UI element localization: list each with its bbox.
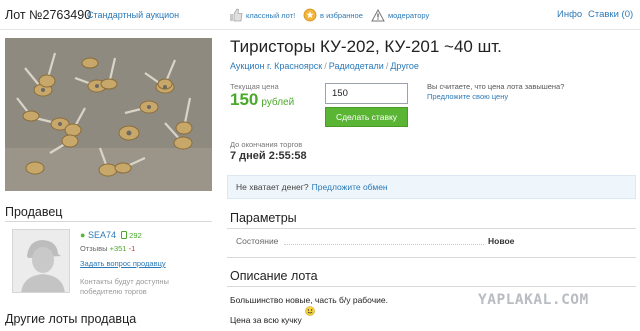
param-row-condition: Состояние Новое [236, 236, 631, 248]
moderator-button[interactable]: модератору [371, 6, 429, 24]
seller-info: ● SEA74 292 [80, 230, 142, 240]
warning-icon [371, 8, 385, 21]
seller-name-link[interactable]: SEA74 [88, 230, 116, 240]
reviews-negative[interactable]: -1 [129, 244, 136, 253]
favorite-star-icon [303, 8, 317, 22]
favorite-button[interactable]: в избранное [303, 6, 363, 24]
divider [5, 221, 212, 222]
offer-price-link[interactable]: Предложите свою цену [427, 92, 508, 101]
bid-amount-input[interactable] [325, 83, 408, 104]
ask-seller-link[interactable]: Задать вопрос продавцу [80, 259, 166, 268]
thyristors-photo-image [5, 38, 212, 191]
description-line-2: Цена за всю кучку [230, 315, 302, 325]
time-left-caption: До окончания торгов [230, 140, 303, 149]
like-button[interactable]: классный лот! [229, 6, 295, 24]
current-price: 150 рублей [230, 90, 294, 110]
offer-exchange-link[interactable]: Предложите обмен [312, 182, 388, 192]
price-value: 150 [230, 90, 259, 109]
overprice-text: Вы считаете, что цена лота завышена? [427, 82, 565, 91]
breadcrumb: Аукцион г. Красноярск / Радиодетали / Другое [230, 61, 419, 71]
reviews-positive[interactable]: +351 [110, 244, 127, 253]
seller-heading: Продавец [5, 205, 63, 219]
time-left-value: 7 дней 2:55:58 [230, 150, 307, 162]
description-heading: Описание лота [230, 269, 318, 283]
parameters-heading: Параметры [230, 211, 297, 225]
smiley-icon [305, 306, 315, 316]
exchange-offer-text: Не хватает денег? [236, 182, 309, 192]
reviews-label: Отзывы [80, 244, 108, 253]
user-silhouette-icon [13, 230, 69, 292]
bids-tab[interactable]: Ставки (0) [588, 9, 633, 20]
seller-rating-count: 292 [119, 231, 142, 240]
seller-count-value: 292 [129, 231, 142, 240]
dotted-leader [284, 244, 484, 245]
top-bar: Лот №2763490 Стандартный аукцион классны… [0, 0, 640, 30]
divider [227, 286, 636, 287]
other-lots-heading: Другие лоты продавца [5, 312, 137, 326]
price-currency: рублей [261, 97, 295, 108]
thumbs-up-icon [230, 8, 243, 22]
breadcrumb-radio-parts[interactable]: Радиодетали [329, 61, 384, 71]
phone-icon [121, 231, 128, 239]
param-value: Новое [488, 236, 515, 246]
overprice-note: Вы считаете, что цена лота завышена? Пре… [427, 82, 617, 102]
online-dot-icon: ● [80, 230, 86, 240]
auction-type-link[interactable]: Стандартный аукцион [87, 10, 179, 20]
place-bid-button[interactable]: Сделать ставку [325, 107, 408, 127]
like-label: классный лот! [246, 10, 296, 20]
lot-title: Тиристоры КУ-202, КУ-201 ~40 шт. [230, 37, 502, 56]
exchange-offer-box: Не хватает денег? Предложите обмен [227, 175, 636, 199]
seller-reviews: Отзывы +351 -1 [80, 244, 135, 253]
divider [227, 257, 636, 258]
breadcrumb-other[interactable]: Другое [390, 61, 419, 71]
avatar[interactable] [12, 229, 70, 293]
breadcrumb-auction-city[interactable]: Аукцион г. Красноярск [230, 61, 322, 71]
divider [227, 228, 636, 229]
info-tab[interactable]: Инфо [557, 9, 582, 20]
contacts-note: Контакты будут доступны победителю торго… [80, 277, 169, 296]
param-label: Состояние [236, 236, 279, 246]
favorite-label: в избранное [320, 10, 363, 20]
lot-photo[interactable] [5, 38, 212, 191]
lot-number: Лот №2763490 [5, 8, 92, 22]
moderator-label: модератору [388, 10, 430, 20]
description-line-1: Большинство новые, часть б/у рабочие. [230, 295, 388, 305]
watermark: YAPLAKAL.COM [478, 292, 589, 308]
